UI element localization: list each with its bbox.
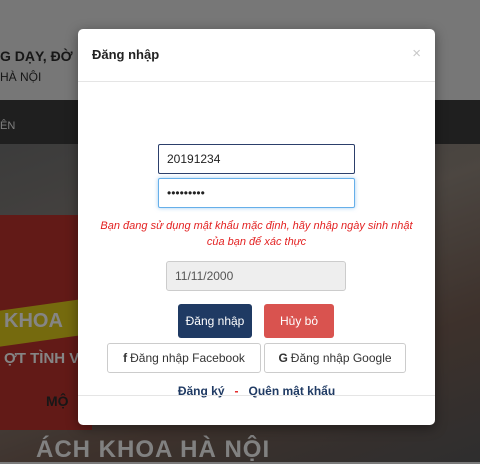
- modal-title: Đăng nhập: [92, 47, 160, 62]
- birthday-input[interactable]: [166, 261, 346, 291]
- close-button[interactable]: ×: [412, 45, 421, 62]
- facebook-login-button[interactable]: f Đăng nhập Facebook: [107, 343, 261, 373]
- facebook-icon: f: [123, 351, 128, 365]
- google-login-button[interactable]: G Đăng nhập Google: [264, 343, 406, 373]
- modal-footer: [78, 395, 435, 426]
- default-password-warning: Bạn đang sử dụng mật khẩu mặc định, hãy …: [100, 220, 413, 248]
- login-button[interactable]: Đăng nhập: [178, 304, 252, 338]
- password-input[interactable]: [158, 178, 355, 208]
- login-modal: Đăng nhập × Bạn đang sử dụng mật khẩu mặ…: [78, 29, 435, 425]
- cancel-button[interactable]: Hủy bỏ: [264, 304, 334, 338]
- modal-body: Bạn đang sử dụng mật khẩu mặc định, hãy …: [78, 82, 435, 398]
- google-login-label: Đăng nhập Google: [290, 351, 392, 365]
- modal-header: Đăng nhập ×: [78, 29, 435, 82]
- google-icon: G: [278, 351, 288, 365]
- facebook-login-label: Đăng nhập Facebook: [130, 351, 245, 365]
- username-input[interactable]: [158, 144, 355, 174]
